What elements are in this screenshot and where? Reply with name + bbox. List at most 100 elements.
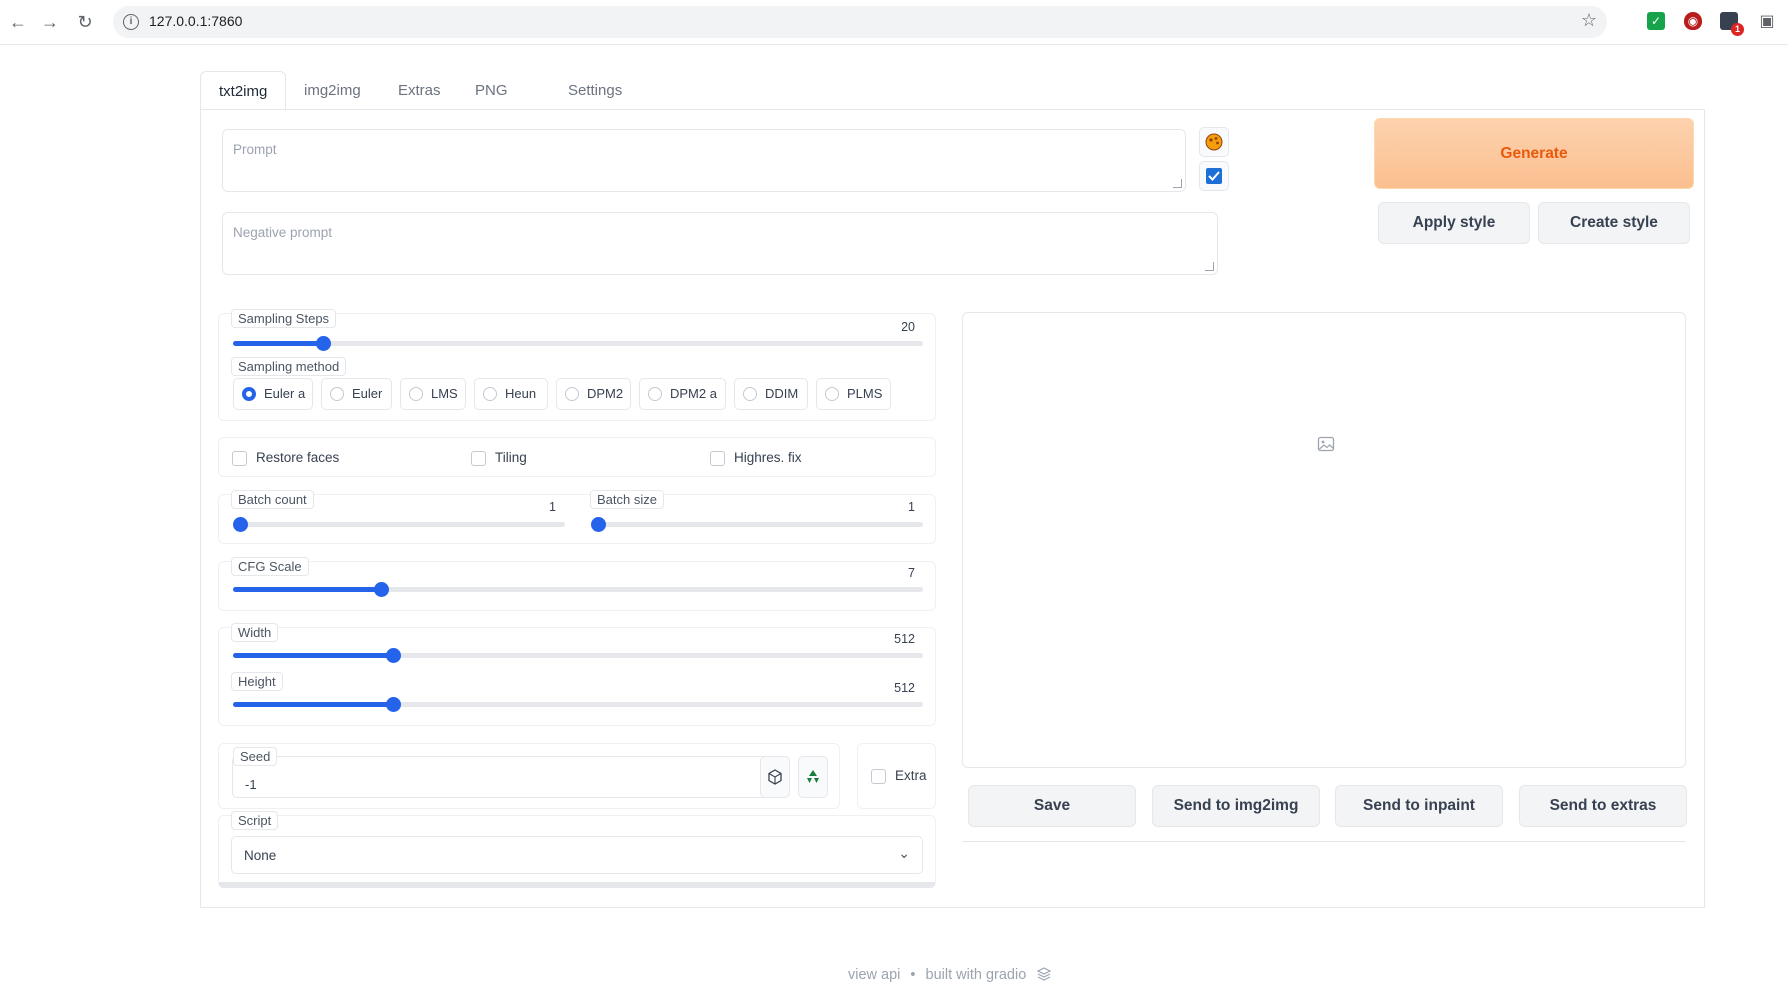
site-info-icon[interactable]: i (123, 14, 139, 30)
create-style-button[interactable]: Create style (1538, 202, 1690, 244)
cfg-scale-value[interactable]: 7 (908, 566, 915, 580)
palette-icon (1205, 133, 1223, 151)
options-checkbox-row: Restore faces Tiling Highres. fix (218, 437, 936, 477)
slider-thumb[interactable] (374, 582, 389, 597)
width-value[interactable]: 512 (894, 632, 915, 646)
output-divider (962, 841, 1686, 842)
radio-heun[interactable]: Heun (474, 378, 548, 410)
slider-thumb[interactable] (316, 336, 331, 351)
radio-euler[interactable]: Euler (321, 378, 392, 410)
radio-ddim[interactable]: DDIM (734, 378, 808, 410)
address-bar[interactable]: i 127.0.0.1:7860 ☆ (113, 6, 1607, 38)
radio-label: LMS (431, 386, 458, 401)
sampling-steps-slider[interactable] (233, 336, 923, 351)
send-to-extras-button[interactable]: Send to extras (1519, 785, 1687, 827)
slider-fill (233, 702, 393, 707)
radio-plms[interactable]: PLMS (816, 378, 891, 410)
height-slider[interactable] (233, 697, 923, 712)
reuse-seed-button[interactable] (798, 756, 828, 798)
batch-size-value[interactable]: 1 (908, 500, 915, 514)
script-panel: Script None ⌄ (218, 811, 936, 888)
radio-dot (242, 387, 256, 401)
generate-button[interactable]: Generate (1374, 118, 1694, 189)
radio-dot (648, 387, 662, 401)
view-api-link[interactable]: view api (848, 967, 900, 983)
restore-faces-checkbox[interactable] (232, 451, 247, 466)
dimensions-panel: Width 512 Height 512 (218, 623, 936, 726)
height-value[interactable]: 512 (894, 681, 915, 695)
seed-label: Seed (233, 747, 278, 766)
negative-prompt-placeholder: Negative prompt (233, 225, 333, 240)
browser-toolbar: ← → ↻ i 127.0.0.1:7860 ☆ ✓ ◉ 1 ▣ (0, 0, 1788, 45)
script-select[interactable]: None ⌄ (231, 836, 923, 874)
resize-handle-icon[interactable] (1205, 262, 1214, 271)
extension-check-icon[interactable]: ✓ (1647, 12, 1665, 30)
radio-label: DPM2 a (670, 386, 717, 401)
url-text[interactable]: 127.0.0.1:7860 (149, 13, 242, 29)
tab-settings[interactable]: Settings (550, 71, 640, 110)
script-selected-value: None (244, 848, 277, 863)
sampling-steps-label: Sampling Steps (231, 309, 337, 328)
slider-thumb[interactable] (386, 697, 401, 712)
tab-txt2img[interactable]: txt2img (200, 71, 287, 110)
width-slider[interactable] (233, 648, 923, 663)
tab-extras[interactable]: Extras (380, 71, 459, 110)
radio-dot (483, 387, 497, 401)
random-seed-button[interactable] (760, 756, 790, 798)
radio-lms[interactable]: LMS (400, 378, 466, 410)
forward-icon[interactable]: → (38, 10, 62, 34)
extra-seed-panel: Extra (857, 743, 936, 809)
footer: view api • built with gradio (848, 966, 1052, 983)
checkmark-box-icon (1206, 168, 1222, 184)
paint-palette-button[interactable] (1199, 127, 1229, 157)
batch-count-slider[interactable] (233, 517, 565, 532)
restore-faces-label[interactable]: Restore faces (256, 450, 339, 465)
resize-handle-icon[interactable] (1173, 179, 1182, 188)
extra-label[interactable]: Extra (895, 768, 927, 783)
extra-checkbox[interactable] (871, 769, 886, 784)
apply-style-button[interactable]: Apply style (1378, 202, 1530, 244)
highres-fix-label[interactable]: Highres. fix (734, 450, 802, 465)
tiling-label[interactable]: Tiling (495, 450, 527, 465)
tab-img2img[interactable]: img2img (286, 71, 379, 110)
send-to-img2img-button[interactable]: Send to img2img (1152, 785, 1320, 827)
slider-thumb[interactable] (233, 517, 248, 532)
batch-size-slider[interactable] (591, 517, 923, 532)
slider-thumb[interactable] (591, 517, 606, 532)
seed-input[interactable]: -1 (232, 756, 772, 798)
footer-separator: • (910, 967, 916, 983)
batch-size-label: Batch size (590, 490, 664, 509)
checkbox-style-button[interactable] (1199, 161, 1229, 191)
cfg-scale-slider[interactable] (233, 582, 923, 597)
built-with-gradio-link[interactable]: built with gradio (926, 967, 1027, 983)
radio-label: DPM2 (587, 386, 624, 401)
sampling-method-label: Sampling method (231, 357, 347, 376)
radio-dpm2-a[interactable]: DPM2 a (639, 378, 726, 410)
sampling-steps-value[interactable]: 20 (901, 320, 915, 334)
batch-count-value[interactable]: 1 (549, 500, 556, 514)
negative-prompt-input[interactable]: Negative prompt (222, 212, 1218, 275)
radio-euler-a[interactable]: Euler a (233, 378, 313, 410)
batch-count-label: Batch count (231, 490, 314, 509)
highres-fix-checkbox[interactable] (710, 451, 725, 466)
extensions-puzzle-icon[interactable]: ▣ (1755, 10, 1779, 34)
chevron-down-icon: ⌄ (898, 845, 910, 861)
send-to-inpaint-button[interactable]: Send to inpaint (1335, 785, 1503, 827)
radio-dot (743, 387, 757, 401)
image-placeholder-icon (1317, 436, 1335, 452)
radio-label: DDIM (765, 386, 799, 401)
prompt-input[interactable]: Prompt (222, 129, 1186, 192)
back-icon[interactable]: ← (6, 10, 30, 34)
save-button[interactable]: Save (968, 785, 1136, 827)
reload-icon[interactable]: ↻ (73, 10, 97, 34)
script-label: Script (231, 811, 279, 830)
extension-badge-icon[interactable]: 1 (1720, 12, 1744, 36)
bookmark-star-icon[interactable]: ☆ (1581, 10, 1597, 31)
radio-dpm2[interactable]: DPM2 (556, 378, 631, 410)
cfg-scale-label: CFG Scale (231, 557, 309, 576)
width-label: Width (231, 623, 279, 642)
slider-thumb[interactable] (386, 648, 401, 663)
tiling-checkbox[interactable] (471, 451, 486, 466)
extension-shield-icon[interactable]: ◉ (1684, 12, 1702, 30)
tab-png-info[interactable]: PNG Info (457, 71, 526, 138)
